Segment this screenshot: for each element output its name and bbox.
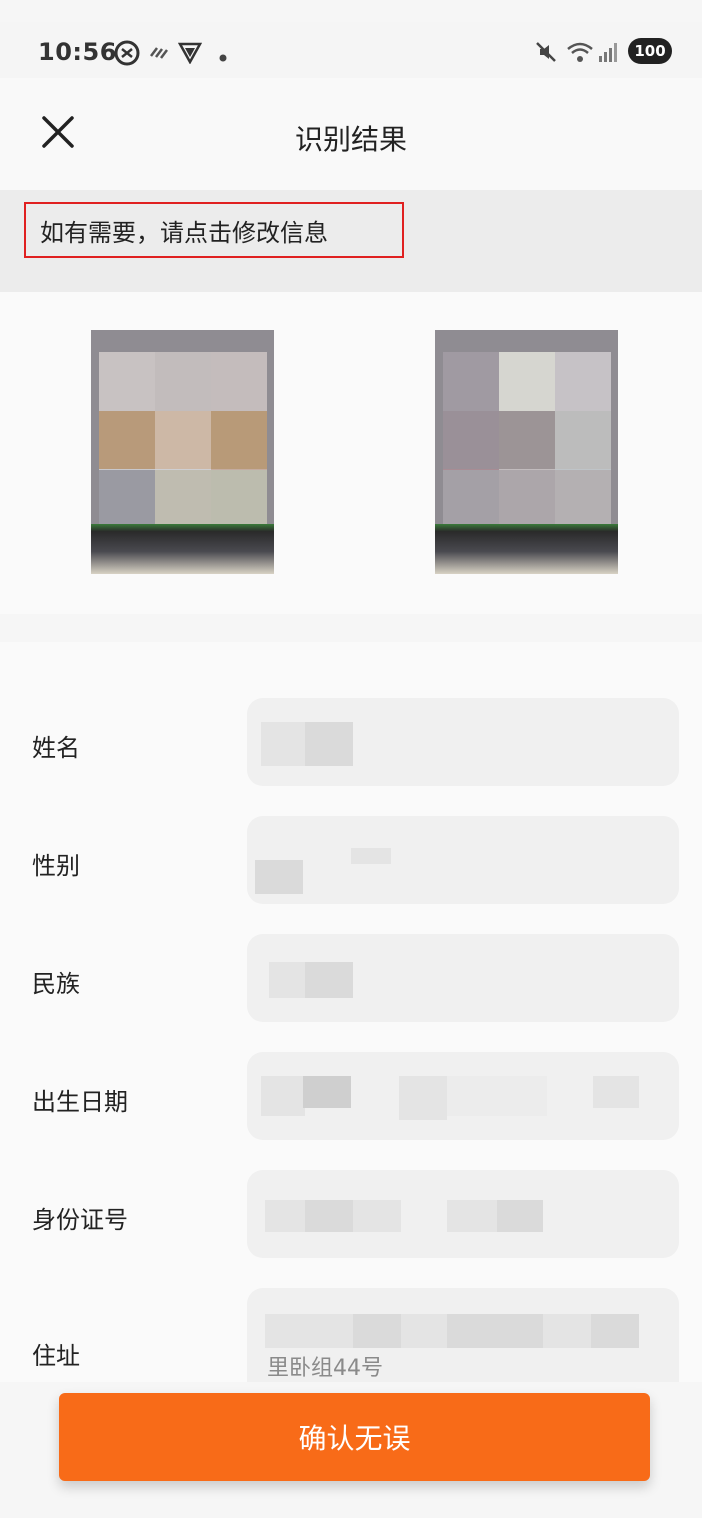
- birth-date-field[interactable]: [247, 1052, 679, 1140]
- id-images-section: [0, 292, 702, 784]
- shield-icon: [177, 40, 203, 68]
- vpn-icon: [114, 40, 140, 70]
- ethnicity-field[interactable]: [247, 934, 679, 1022]
- birth-date-label: 出生日期: [32, 1088, 128, 1116]
- cell-signal-icon: [598, 40, 620, 68]
- ethnicity-label: 民族: [32, 970, 80, 998]
- nav-bar: 识别结果: [0, 78, 702, 190]
- pixelated-photo-lower: [99, 470, 267, 530]
- wifi-icon: [566, 40, 594, 68]
- status-time: 10:56: [38, 38, 117, 66]
- photo-background: [91, 524, 274, 574]
- gender-field[interactable]: [247, 816, 679, 904]
- form-row-name: 姓名: [0, 698, 702, 786]
- photo-background: [435, 524, 618, 574]
- page-title: 识别结果: [294, 123, 407, 156]
- name-field[interactable]: [247, 698, 679, 786]
- id-card-back-image[interactable]: [435, 330, 618, 574]
- hint-banner: 如有需要，请点击修改信息: [0, 190, 702, 292]
- form-row-address: 住址 里卧组44号: [0, 1288, 702, 1382]
- form-row-ethnicity: 民族: [0, 934, 702, 1022]
- pixelated-photo-lower: [443, 470, 611, 530]
- address-visible-text: 里卧组44号: [267, 1356, 383, 1381]
- id-info-form: 姓名 性别 民族 出生日期 身份证号 住址 里卧组44号: [0, 642, 702, 1382]
- form-row-id-number: 身份证号: [0, 1170, 702, 1258]
- address-field[interactable]: 里卧组44号: [247, 1288, 679, 1382]
- battery-icon: 100: [628, 38, 672, 64]
- form-row-gender: 性别: [0, 816, 702, 904]
- confirm-button[interactable]: 确认无误: [59, 1393, 650, 1481]
- mute-icon: [534, 40, 558, 68]
- form-row-birth-date: 出生日期: [0, 1052, 702, 1140]
- hint-text: 如有需要，请点击修改信息: [24, 202, 404, 258]
- id-card-front-image[interactable]: [91, 330, 274, 574]
- signal-waves-icon: [148, 40, 172, 68]
- address-label: 住址: [32, 1342, 80, 1370]
- name-label: 姓名: [32, 734, 80, 762]
- status-bar: 10:56 100: [0, 22, 702, 78]
- id-number-label: 身份证号: [32, 1206, 128, 1234]
- gender-label: 性别: [32, 852, 80, 880]
- dot-icon: [218, 48, 228, 67]
- id-number-field[interactable]: [247, 1170, 679, 1258]
